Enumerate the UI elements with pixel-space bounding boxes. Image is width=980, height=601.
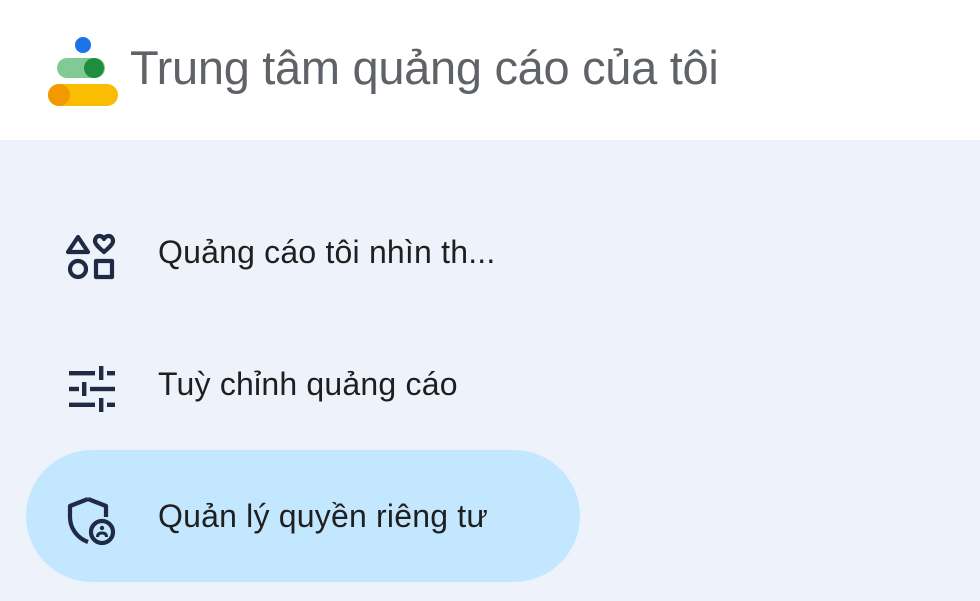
privacy-shield-icon bbox=[66, 495, 118, 547]
app-header: Trung tâm quảng cáo của tôi bbox=[0, 0, 980, 140]
sidebar-nav: Quảng cáo tôi nhìn th... Tuỳ chỉnh quảng… bbox=[0, 140, 980, 601]
shapes-icon bbox=[66, 231, 118, 283]
nav-item-customize-ads[interactable]: Tuỳ chỉnh quảng cáo bbox=[26, 318, 580, 450]
app-title: Trung tâm quảng cáo của tôi bbox=[130, 41, 719, 94]
nav-item-ads-i-see[interactable]: Quảng cáo tôi nhìn th... bbox=[26, 186, 580, 318]
nav-label: Quản lý quyền riêng tư bbox=[158, 498, 489, 534]
my-ad-center-logo-icon bbox=[46, 36, 120, 108]
nav-item-manage-privacy[interactable]: Quản lý quyền riêng tư bbox=[26, 450, 580, 582]
nav-label: Tuỳ chỉnh quảng cáo bbox=[158, 366, 458, 402]
tune-icon bbox=[66, 363, 118, 415]
nav-label: Quảng cáo tôi nhìn th... bbox=[158, 234, 496, 270]
